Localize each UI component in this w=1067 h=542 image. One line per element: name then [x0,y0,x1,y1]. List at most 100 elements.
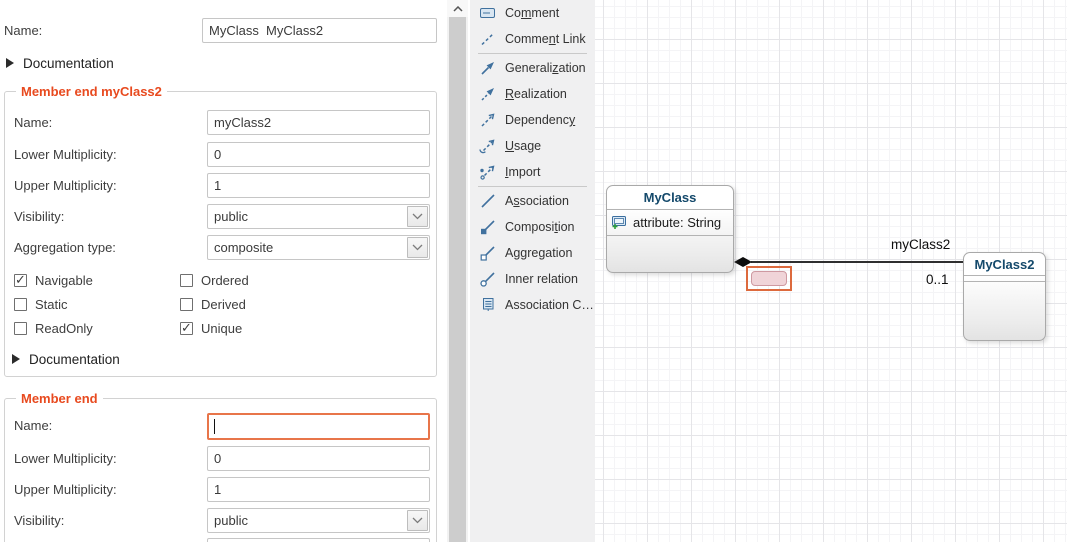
palette-item-composition[interactable]: Composition [470,214,595,240]
visibility-label: Visibility: [14,204,64,229]
checkbox-icon[interactable] [14,322,27,335]
inner-relation-icon [479,270,497,288]
name-label: Name: [14,413,52,438]
class-name[interactable]: MyClass2 [964,253,1045,276]
member-end2-next-field-partial[interactable] [207,538,430,542]
realization-icon [479,85,497,103]
import-icon [479,163,497,181]
palette-divider [478,186,587,187]
class-attribute-row[interactable]: attribute: String [607,210,733,236]
checkbox-label: Unique [201,321,242,336]
member-end1-upper-multiplicity-input[interactable] [207,173,430,198]
properties-panel: Name: Documentation Member end myClass2 … [0,0,447,542]
palette-item-association-class[interactable]: Association C… [470,292,595,318]
palette-item-generalization[interactable]: Generalization [470,55,595,81]
member-end2-lower-multiplicity-input[interactable] [207,446,430,471]
expand-triangle-icon [12,354,20,364]
member-end1-aggregation-select[interactable]: composite [207,235,430,260]
documentation-toggle-label: Documentation [29,352,120,367]
palette-item-comment-link[interactable]: Comment Link [470,26,595,52]
aggregation-value: composite [214,236,273,259]
checkbox-label: Derived [201,297,246,312]
upper-multiplicity-label: Upper Multiplicity: [14,477,117,502]
comment-icon [479,4,497,22]
checkbox-label: Static [35,297,68,312]
documentation-toggle-member-end1[interactable]: Documentation [12,350,120,368]
palette-item-import[interactable]: Import [470,159,595,185]
association-multiplicity-label[interactable]: 0..1 [926,272,949,287]
checkbox-icon[interactable] [180,274,193,287]
scrollbar-up-button[interactable] [447,0,468,17]
association-class-icon [479,296,497,314]
text-caret [214,419,215,434]
checkbox-ordered[interactable]: Ordered [180,273,249,288]
palette-item-aggregation[interactable]: Aggregation [470,240,595,266]
diagram-canvas[interactable]: MyClass attribute: String MyClass2 myCla… [595,0,1067,542]
aggregation-type-label: Aggregation type: [14,235,116,260]
documentation-toggle-label: Documentation [23,56,114,71]
member-end1-lower-multiplicity-input[interactable] [207,142,430,167]
checkbox-navigable[interactable]: Navigable [14,273,93,288]
chevron-down-icon[interactable] [407,510,428,531]
palette-item-comment[interactable]: Comment [470,0,595,26]
lower-multiplicity-label: Lower Multiplicity: [14,142,117,167]
member-end2-visibility-select[interactable]: public [207,508,430,533]
checkbox-unique[interactable]: Unique [180,321,242,336]
palette-item-usage[interactable]: Usage [470,133,595,159]
visibility-label: Visibility: [14,508,64,533]
scrollbar-thumb[interactable] [449,17,466,542]
upper-multiplicity-label: Upper Multiplicity: [14,173,117,198]
checkbox-derived[interactable]: Derived [180,297,246,312]
association-icon [479,192,497,210]
member-end-myclass2-legend: Member end myClass2 [16,84,167,99]
member-end2-name-input[interactable] [207,413,430,440]
palette-item-dependency[interactable]: Dependency [470,107,595,133]
documentation-toggle-top[interactable]: Documentation [6,54,114,72]
edge-label-placeholder [751,271,787,286]
checkbox-icon[interactable] [180,322,193,335]
palette-divider [478,53,587,54]
checkbox-icon[interactable] [14,298,27,311]
usage-icon [479,137,497,155]
association-name-label: Name: [4,18,42,43]
class-node-myclass2[interactable]: MyClass2 [963,252,1046,341]
selected-edge-label[interactable] [746,266,792,291]
chevron-down-icon[interactable] [407,237,428,258]
association-name-input[interactable] [202,18,437,43]
expand-triangle-icon [6,58,14,68]
dependency-icon [479,111,497,129]
member-end2-upper-multiplicity-input[interactable] [207,477,430,502]
chevron-up-icon [453,6,463,12]
palette-item-realization[interactable]: Realization [470,81,595,107]
attribute-text: attribute: String [633,215,721,230]
class-operations-compartment [964,282,1045,340]
checkbox-icon[interactable] [14,274,27,287]
panel-scrollbar[interactable] [447,0,468,542]
lower-multiplicity-label: Lower Multiplicity: [14,446,117,471]
generalization-icon [479,59,497,77]
class-name[interactable]: MyClass [607,186,733,210]
checkbox-label: ReadOnly [35,321,93,336]
class-node-myclass[interactable]: MyClass attribute: String [606,185,734,273]
relations-palette: Comment Comment Link Generalization Real… [470,0,595,542]
checkbox-label: Ordered [201,273,249,288]
checkbox-icon[interactable] [180,298,193,311]
chevron-down-icon[interactable] [407,206,428,227]
attribute-icon [611,215,628,230]
palette-item-association[interactable]: Association [470,188,595,214]
member-end1-visibility-select[interactable]: public [207,204,430,229]
checkbox-static[interactable]: Static [14,297,68,312]
association-end-name-label[interactable]: myClass2 [891,237,950,252]
checkbox-readonly[interactable]: ReadOnly [14,321,93,336]
aggregation-icon [479,244,497,262]
member-end-legend: Member end [16,391,103,406]
uml-editor-window: Name: Documentation Member end myClass2 … [0,0,1067,542]
checkbox-label: Navigable [35,273,93,288]
member-end1-name-input[interactable] [207,110,430,135]
name-label: Name: [14,110,52,135]
composition-icon [479,218,497,236]
class-operations-compartment [607,236,733,272]
palette-item-inner-relation[interactable]: Inner relation [470,266,595,292]
comment-link-icon [479,30,497,48]
visibility-value: public [214,205,248,228]
